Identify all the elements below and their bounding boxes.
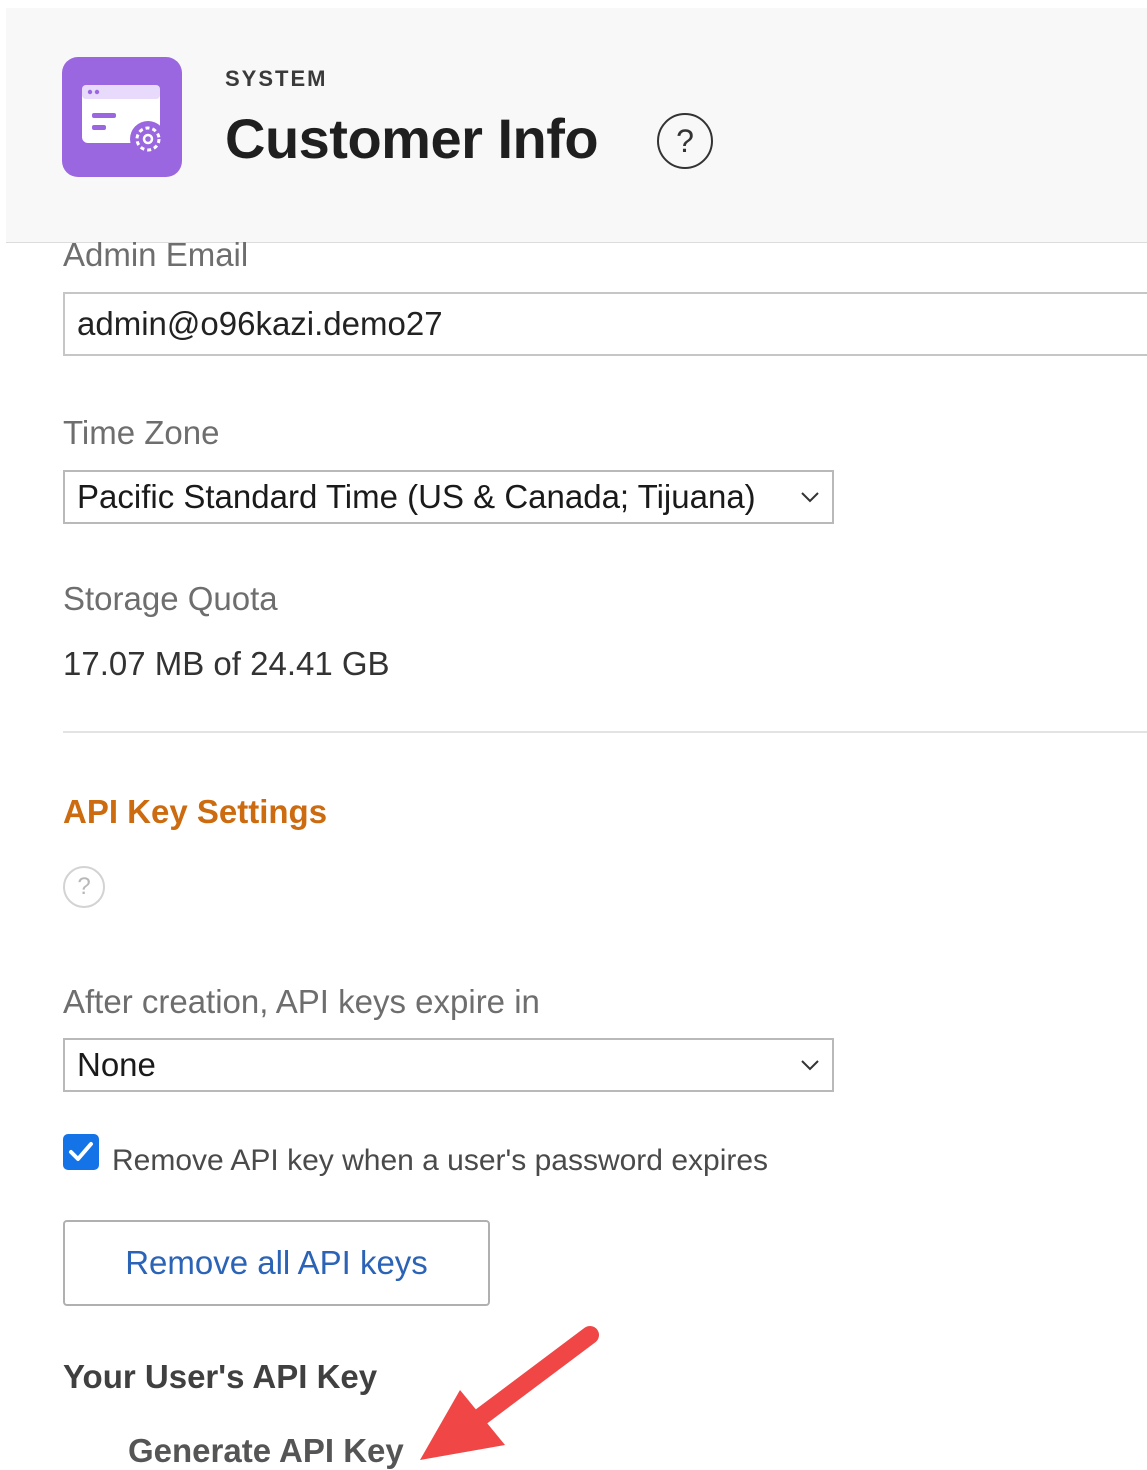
chevron-down-icon — [798, 1040, 822, 1090]
user-api-key-title: Your User's API Key — [63, 1358, 378, 1395]
question-circle-icon[interactable]: ? — [657, 113, 713, 169]
page-header: SYSTEM Customer Info ? — [6, 8, 1147, 243]
storage-quota-label: Storage Quota — [63, 580, 278, 617]
remove-on-expire-checkbox[interactable] — [63, 1134, 99, 1170]
expire-label: After creation, API keys expire in — [63, 983, 540, 1020]
generate-api-key-link[interactable]: Generate API Key — [128, 1432, 404, 1470]
section-divider — [63, 731, 1147, 733]
admin-email-label: Admin Email — [63, 236, 249, 273]
storage-quota-value: 17.07 MB of 24.41 GB — [63, 645, 390, 682]
question-circle-icon[interactable]: ? — [63, 866, 105, 908]
remove-all-api-keys-button[interactable]: Remove all API keys — [63, 1220, 490, 1306]
admin-email-value: admin@o96kazi.demo27 — [77, 305, 443, 342]
api-key-settings-title: API Key Settings — [63, 793, 328, 830]
admin-email-field[interactable]: admin@o96kazi.demo27 — [63, 292, 1147, 356]
remove-on-expire-label: Remove API key when a user's password ex… — [112, 1144, 769, 1177]
time-zone-select[interactable]: Pacific Standard Time (US & Canada; Tiju… — [63, 470, 834, 524]
page-title: Customer Info — [225, 107, 599, 170]
time-zone-value: Pacific Standard Time (US & Canada; Tiju… — [77, 478, 756, 515]
annotation-arrow — [420, 1326, 599, 1460]
expire-value: None — [77, 1046, 156, 1083]
section-overline: SYSTEM — [225, 66, 328, 91]
expire-select[interactable]: None — [63, 1038, 834, 1092]
check-icon — [69, 1142, 93, 1161]
window-settings-icon — [62, 57, 182, 177]
time-zone-label: Time Zone — [63, 414, 220, 451]
chevron-down-icon — [798, 472, 822, 522]
